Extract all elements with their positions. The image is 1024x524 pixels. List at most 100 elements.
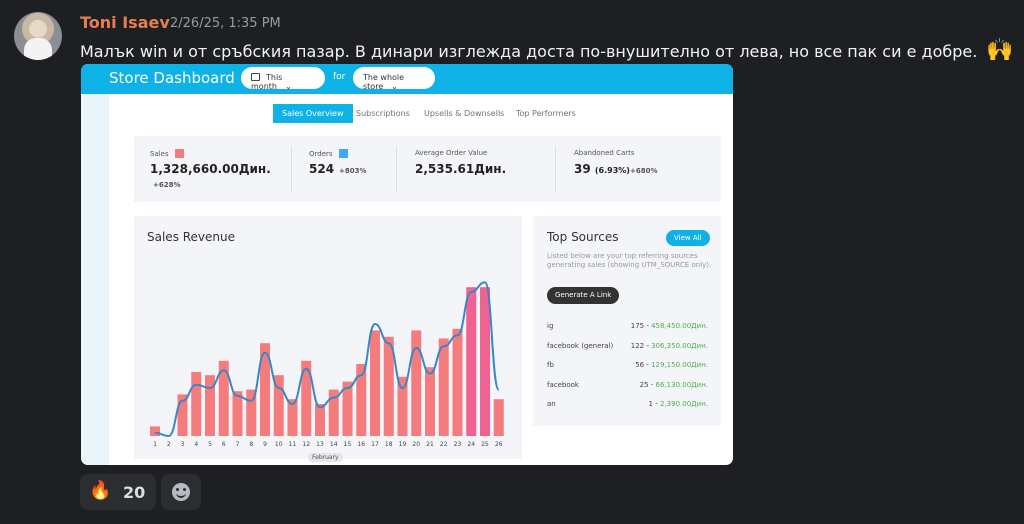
kpi-separator [555, 146, 556, 192]
kpi-label: Average Order Value [415, 149, 488, 157]
sales-revenue-panel: Sales Revenue 1 2 3 4 5 6 7 8 9 10 11 12 13 14 15 16 17 1… [134, 216, 522, 462]
sales-swatch [174, 149, 184, 158]
calendar-icon [251, 73, 260, 81]
kpi-value: 1,328,660.00Дин. [150, 162, 271, 176]
kpi-value: 39 (6.93%) [574, 162, 630, 176]
view-all-button[interactable]: View All [666, 230, 710, 246]
tab-top-performers[interactable]: Top Performers [516, 104, 576, 123]
fire-emoji: 🔥 [89, 480, 112, 501]
x-tick-label: 6 [222, 441, 226, 448]
add-reaction-icon [172, 483, 190, 501]
x-tick-label: 25 [481, 441, 489, 448]
source-amount: 129,150.00Дин. [651, 361, 708, 369]
kpi-panel: Sales 1,328,660.00Дин. +628% Orders 524 … [134, 136, 721, 202]
dashboard-sidebar-strip [81, 94, 109, 465]
generate-link-button[interactable]: Generate A Link [547, 287, 620, 304]
username[interactable]: Toni Isaev [80, 13, 170, 32]
x-tick-label: 15 [344, 441, 352, 448]
dashboard-screenshot[interactable]: Store Dashboard This month ⌄ for The whol… [81, 64, 733, 465]
revenue-bar [232, 391, 243, 436]
message-text: Малък win и от сръбския пазар. В динари … [80, 38, 1014, 63]
x-tick-label: 14 [330, 441, 338, 448]
source-row: an 1 - 2,390.00Дин. [547, 400, 708, 408]
fire-reaction[interactable]: 🔥 20 [80, 474, 156, 510]
source-name: ig [547, 322, 554, 330]
kpi-separator [396, 146, 397, 192]
revenue-bar [150, 426, 160, 436]
revenue-bar [315, 404, 325, 436]
x-tick-label: 10 [275, 441, 283, 448]
top-sources-title: Top Sources [547, 230, 619, 244]
chevron-down-icon: ⌄ [284, 82, 292, 91]
kpi-label: Abandoned Carts [574, 149, 635, 157]
source-amount: 2,390.00Дин. [660, 400, 708, 408]
raised-hands-emoji: 🙌 [986, 38, 1014, 63]
x-tick-label: 20 [412, 441, 420, 448]
x-tick-label: 26 [495, 441, 503, 448]
x-tick-label: 17 [371, 441, 379, 448]
orders-swatch [338, 149, 348, 158]
source-row: facebook (general) 122 - 306,350.00Дин. [547, 341, 708, 350]
revenue-bar [425, 367, 435, 436]
source-row: fb 56 - 129,150.00Дин. [547, 361, 708, 369]
store-select[interactable]: The whole store ⌄ [353, 67, 435, 91]
revenue-bar [466, 287, 477, 436]
source-name: facebook [547, 380, 579, 389]
add-reaction-button[interactable] [161, 474, 201, 510]
user-avatar[interactable] [14, 12, 62, 60]
x-tick-label: 18 [385, 441, 393, 448]
revenue-bar [370, 330, 380, 436]
kpi-value: 2,535.61Дин. [415, 162, 507, 176]
kpi-separator [291, 146, 292, 192]
tab-subscriptions[interactable]: Subscriptions [356, 104, 410, 123]
chevron-down-icon: ⌄ [391, 82, 398, 91]
period-select[interactable]: This month ⌄ [241, 67, 325, 91]
kpi-value-extra: (6.93%) [594, 166, 630, 175]
dashboard-title: Store Dashboard [109, 69, 235, 87]
source-count: 56 [635, 361, 645, 369]
x-tick-label: 3 [181, 441, 185, 448]
x-tick-label: 5 [208, 441, 212, 448]
x-tick-label: 24 [467, 441, 475, 448]
x-tick-label: 8 [249, 441, 253, 448]
kpi-value: 524 [309, 162, 335, 176]
source-name: fb [547, 361, 554, 369]
x-tick-label: 4 [194, 441, 198, 448]
x-tick-label: 12 [302, 441, 310, 448]
revenue-bar [452, 328, 463, 436]
x-tick-label: 21 [426, 441, 434, 448]
source-count: 25 [639, 380, 649, 389]
x-tick-label: 19 [399, 441, 407, 448]
for-label: for [333, 72, 346, 82]
x-tick-label: 13 [316, 441, 324, 448]
source-row: facebook 25 - 66,130.00Дин. [547, 380, 708, 389]
kpi-change: +628% [153, 181, 181, 189]
x-tick-label: 7 [236, 441, 240, 448]
revenue-bar [493, 399, 504, 436]
kpi-label: Orders [309, 149, 348, 158]
kpi-change: +680% [630, 167, 658, 175]
source-name: an [547, 400, 556, 408]
source-amount: 66,130.00Дин. [655, 380, 708, 389]
message-timestamp: 2/26/25, 1:35 PM [170, 16, 281, 31]
source-amount: 306,350.00Дин. [651, 341, 708, 350]
source-count: 122 [630, 341, 645, 350]
x-tick-label: 16 [357, 441, 365, 448]
message-body: Малък win и от сръбския пазар. В динари … [80, 42, 978, 61]
tab-upsells-downsells[interactable]: Upsells & Downsells [424, 104, 504, 123]
source-count: 1 [648, 400, 654, 408]
reaction-count: 20 [123, 483, 146, 502]
source-name: facebook (general) [547, 341, 614, 350]
x-tick-label: 2 [167, 441, 171, 448]
x-tick-label: 23 [454, 441, 462, 448]
revenue-bar [480, 287, 490, 436]
source-count: 175 [630, 322, 645, 330]
tab-sales-overview[interactable]: Sales Overview [273, 104, 353, 123]
kpi-label: Sales [150, 149, 184, 158]
source-amount: 458,450.00Дин. [651, 322, 708, 330]
x-tick-label: 1 [153, 441, 157, 448]
top-sources-panel: Top Sources View All Listed below are yo… [533, 216, 721, 426]
sales-revenue-chart: 1 2 3 4 5 6 7 8 9 10 11 12 13 14 15 16 17 18 19 20 21 22 23 24 2… [150, 281, 504, 448]
revenue-bar [411, 330, 422, 436]
revenue-bar [191, 372, 202, 436]
